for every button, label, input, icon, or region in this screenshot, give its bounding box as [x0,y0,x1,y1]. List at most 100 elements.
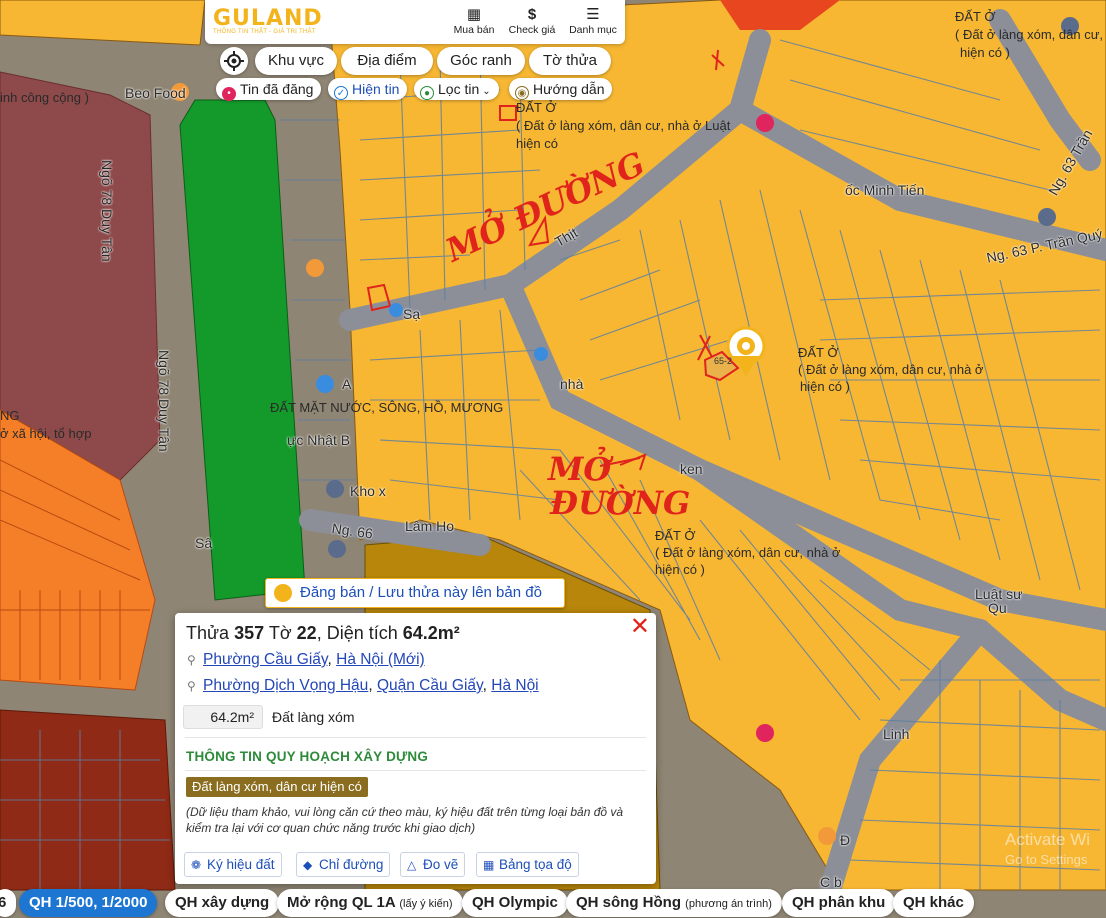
address-new-city-link[interactable]: Hà Nội (Mới) [336,651,425,668]
address-old-district-link[interactable]: Quận Cầu Giấy [377,677,483,694]
map-pin-icon: ⚲ [187,653,196,667]
tab-qh-song-hong[interactable]: QH sông Hồng (phương án trình) [566,889,782,917]
nav-corner-button[interactable]: Góc ranh [437,47,525,75]
menu-label: Danh mục [569,24,617,36]
area-box: 64.2m² [183,705,263,729]
parcel-title: Thửa 357 Tờ 22, Diện tích 64.2m² [186,623,460,644]
poi-sa: Sâ [195,535,213,551]
pin-icon: • [222,87,236,101]
label-dat-o-3-desc2: hiện có ) [800,379,850,394]
guide-label: Hướng dẫn [533,81,605,97]
building-icon: ▦ [466,6,482,23]
label-dat-o-4-desc2: hiện có ) [655,562,705,577]
tab-mo-rong-ql1a-note: (lấy ý kiến) [399,898,453,910]
label-dat-o-1-desc2: hiện có ) [960,45,1010,60]
guide-icon: ◉ [515,86,529,100]
label-dat-o-2-desc: ( Đất ở làng xóm, dân cư, nhà ở Luật [516,118,731,133]
area-value: 64.2m² [402,623,460,643]
handwriting-mo-duong-2a: MỞ [548,450,612,488]
tab-qh-olympic[interactable]: QH Olympic [462,889,568,917]
table-icon: ▦ [483,858,495,872]
poi-nha: nhà [560,376,584,392]
chevron-down-icon: ⌄ [482,86,491,97]
buy-sell-button[interactable]: ▦ Mua bán [452,6,496,36]
sheet-number-value: 22 [296,623,317,643]
label-social-1: NG [0,408,20,423]
tab-qh-xay-dung[interactable]: QH xây dựng [165,889,280,917]
dollar-icon: $ [527,6,537,23]
land-symbol-button[interactable]: ❁ Ký hiệu đất [184,852,282,877]
watermark-line1: Activate Wi [1005,830,1091,849]
tab-qh-song-hong-note: (phương án trình) [685,898,772,910]
poi-nhat-ban: ực Nhật B [287,432,351,448]
directions-button[interactable]: ◆ Chỉ đường [296,852,391,877]
label-dat-o-2-desc2: hiện có [516,136,558,151]
poi-minh-tien: ốc Minh Tiến [845,182,925,198]
area-prefix: , Diện tích [316,623,398,643]
menu-icon: ☰ [586,6,600,23]
measure-label: Đo vẽ [423,857,459,872]
directions-icon: ◆ [303,858,313,872]
pin-icon [274,584,292,602]
show-listings-chip[interactable]: ✓ Hiện tin [328,78,408,100]
buy-sell-label: Mua bán [453,24,495,36]
brand-tagline: THÔNG TIN THẬT - GIÁ TRỊ THẬT [213,29,316,35]
sheet-prefix: Tờ [268,623,292,643]
filter-chip[interactable]: ● Lọc tin ⌄ [414,78,499,100]
filter-label: Lọc tin [438,81,480,97]
address-new: ⚲ Phường Cầu Giấy, Hà Nội (Mới) [187,651,425,668]
brand-name: GULAND [213,6,323,31]
label-dat-o-3: ĐẤT Ở [798,345,839,360]
address-new-ward-link[interactable]: Phường Cầu Giấy [203,651,328,668]
tab-qh-khac[interactable]: QH khác [893,889,974,917]
measure-icon: △ [407,858,417,872]
parcel-number-value: 357 [234,623,265,643]
tab-qh-phan-khu[interactable]: QH phân khu [782,889,896,917]
address-old-ward-link[interactable]: Phường Dịch Vọng Hậu [203,677,368,694]
poi-lam-hoa: Lâm Ho [405,518,455,534]
posted-listings-label: Tin đã đăng [240,81,314,97]
top-bar: GULAND THÔNG TIN THẬT - GIÁ TRỊ THẬT ▦ M… [205,0,625,44]
nav-sheet-button[interactable]: Tờ thửa [529,47,611,75]
land-symbol-label: Ký hiệu đất [207,857,275,872]
label-public: inh công cộng ) [0,90,89,105]
location-icon: ● [420,86,434,100]
check-circle-icon: ✓ [334,86,348,100]
poi-linh: Linh [883,726,910,742]
guland-logo[interactable]: GULAND THÔNG TIN THẬT - GIÁ TRỊ THẬT [213,6,323,35]
measure-button[interactable]: △ Đo vẽ [400,852,466,877]
posted-listings-chip[interactable]: • Tin đã đăng [216,78,322,101]
coordinates-table-label: Bảng tọa độ [499,857,572,872]
parcel-number: 65-2 [714,356,733,366]
label-dat-o-3-desc: ( Đất ở làng xóm, dân cư, nhà ở [798,362,984,377]
guide-chip[interactable]: ◉ Hướng dẫn [509,78,613,100]
zone-badge[interactable]: Đất làng xóm, dân cư hiện có [186,777,368,797]
label-dat-o-1: ĐẤT Ở [955,9,996,24]
show-listings-label: Hiện tin [352,81,400,97]
tab-mo-rong-ql1a-label: Mở rộng QL 1A [287,894,396,911]
poi-beo-food: Beo Food [125,85,186,101]
check-price-button[interactable]: $ Check giá [507,6,557,36]
road-ngo78-upper: Ngõ 78 Duy Tân [99,160,115,262]
divider [185,770,646,771]
coordinates-table-button[interactable]: ▦ Bảng tọa độ [476,852,579,877]
label-dat-o-4: ĐẤT Ở [655,528,696,543]
save-parcel-banner[interactable]: Đăng bán / Lưu thửa này lên bản đồ [265,578,565,608]
parcel-info-popup: ✕ Thửa 357 Tờ 22, Diện tích 64.2m² ⚲ Phườ… [175,613,656,884]
road-ngo78-lower: Ngõ 78 Duy Tân [156,350,172,452]
close-icon[interactable]: ✕ [630,615,650,639]
poi-d: Đ [840,832,851,848]
menu-button[interactable]: ☰ Danh mục [567,6,619,36]
nav-place-button[interactable]: Địa điểm [341,47,433,75]
poi-a: A [342,376,352,392]
tab-qh-1-500[interactable]: QH 1/500, 1/2000 [19,889,158,917]
label-dat-o-1-desc: ( Đất ở làng xóm, dân cư, [955,27,1104,42]
tab-mo-rong-ql1a[interactable]: Mở rộng QL 1A (lấy ý kiến) [277,889,463,917]
locate-button[interactable] [220,47,248,75]
map-pin-icon: ⚲ [187,679,196,693]
check-price-label: Check giá [508,24,556,36]
nav-area-button[interactable]: Khu vực [255,47,337,75]
zone-public[interactable] [0,71,161,481]
poi-sach: Sạ [403,306,421,322]
address-old-city-link[interactable]: Hà Nội [491,677,538,694]
